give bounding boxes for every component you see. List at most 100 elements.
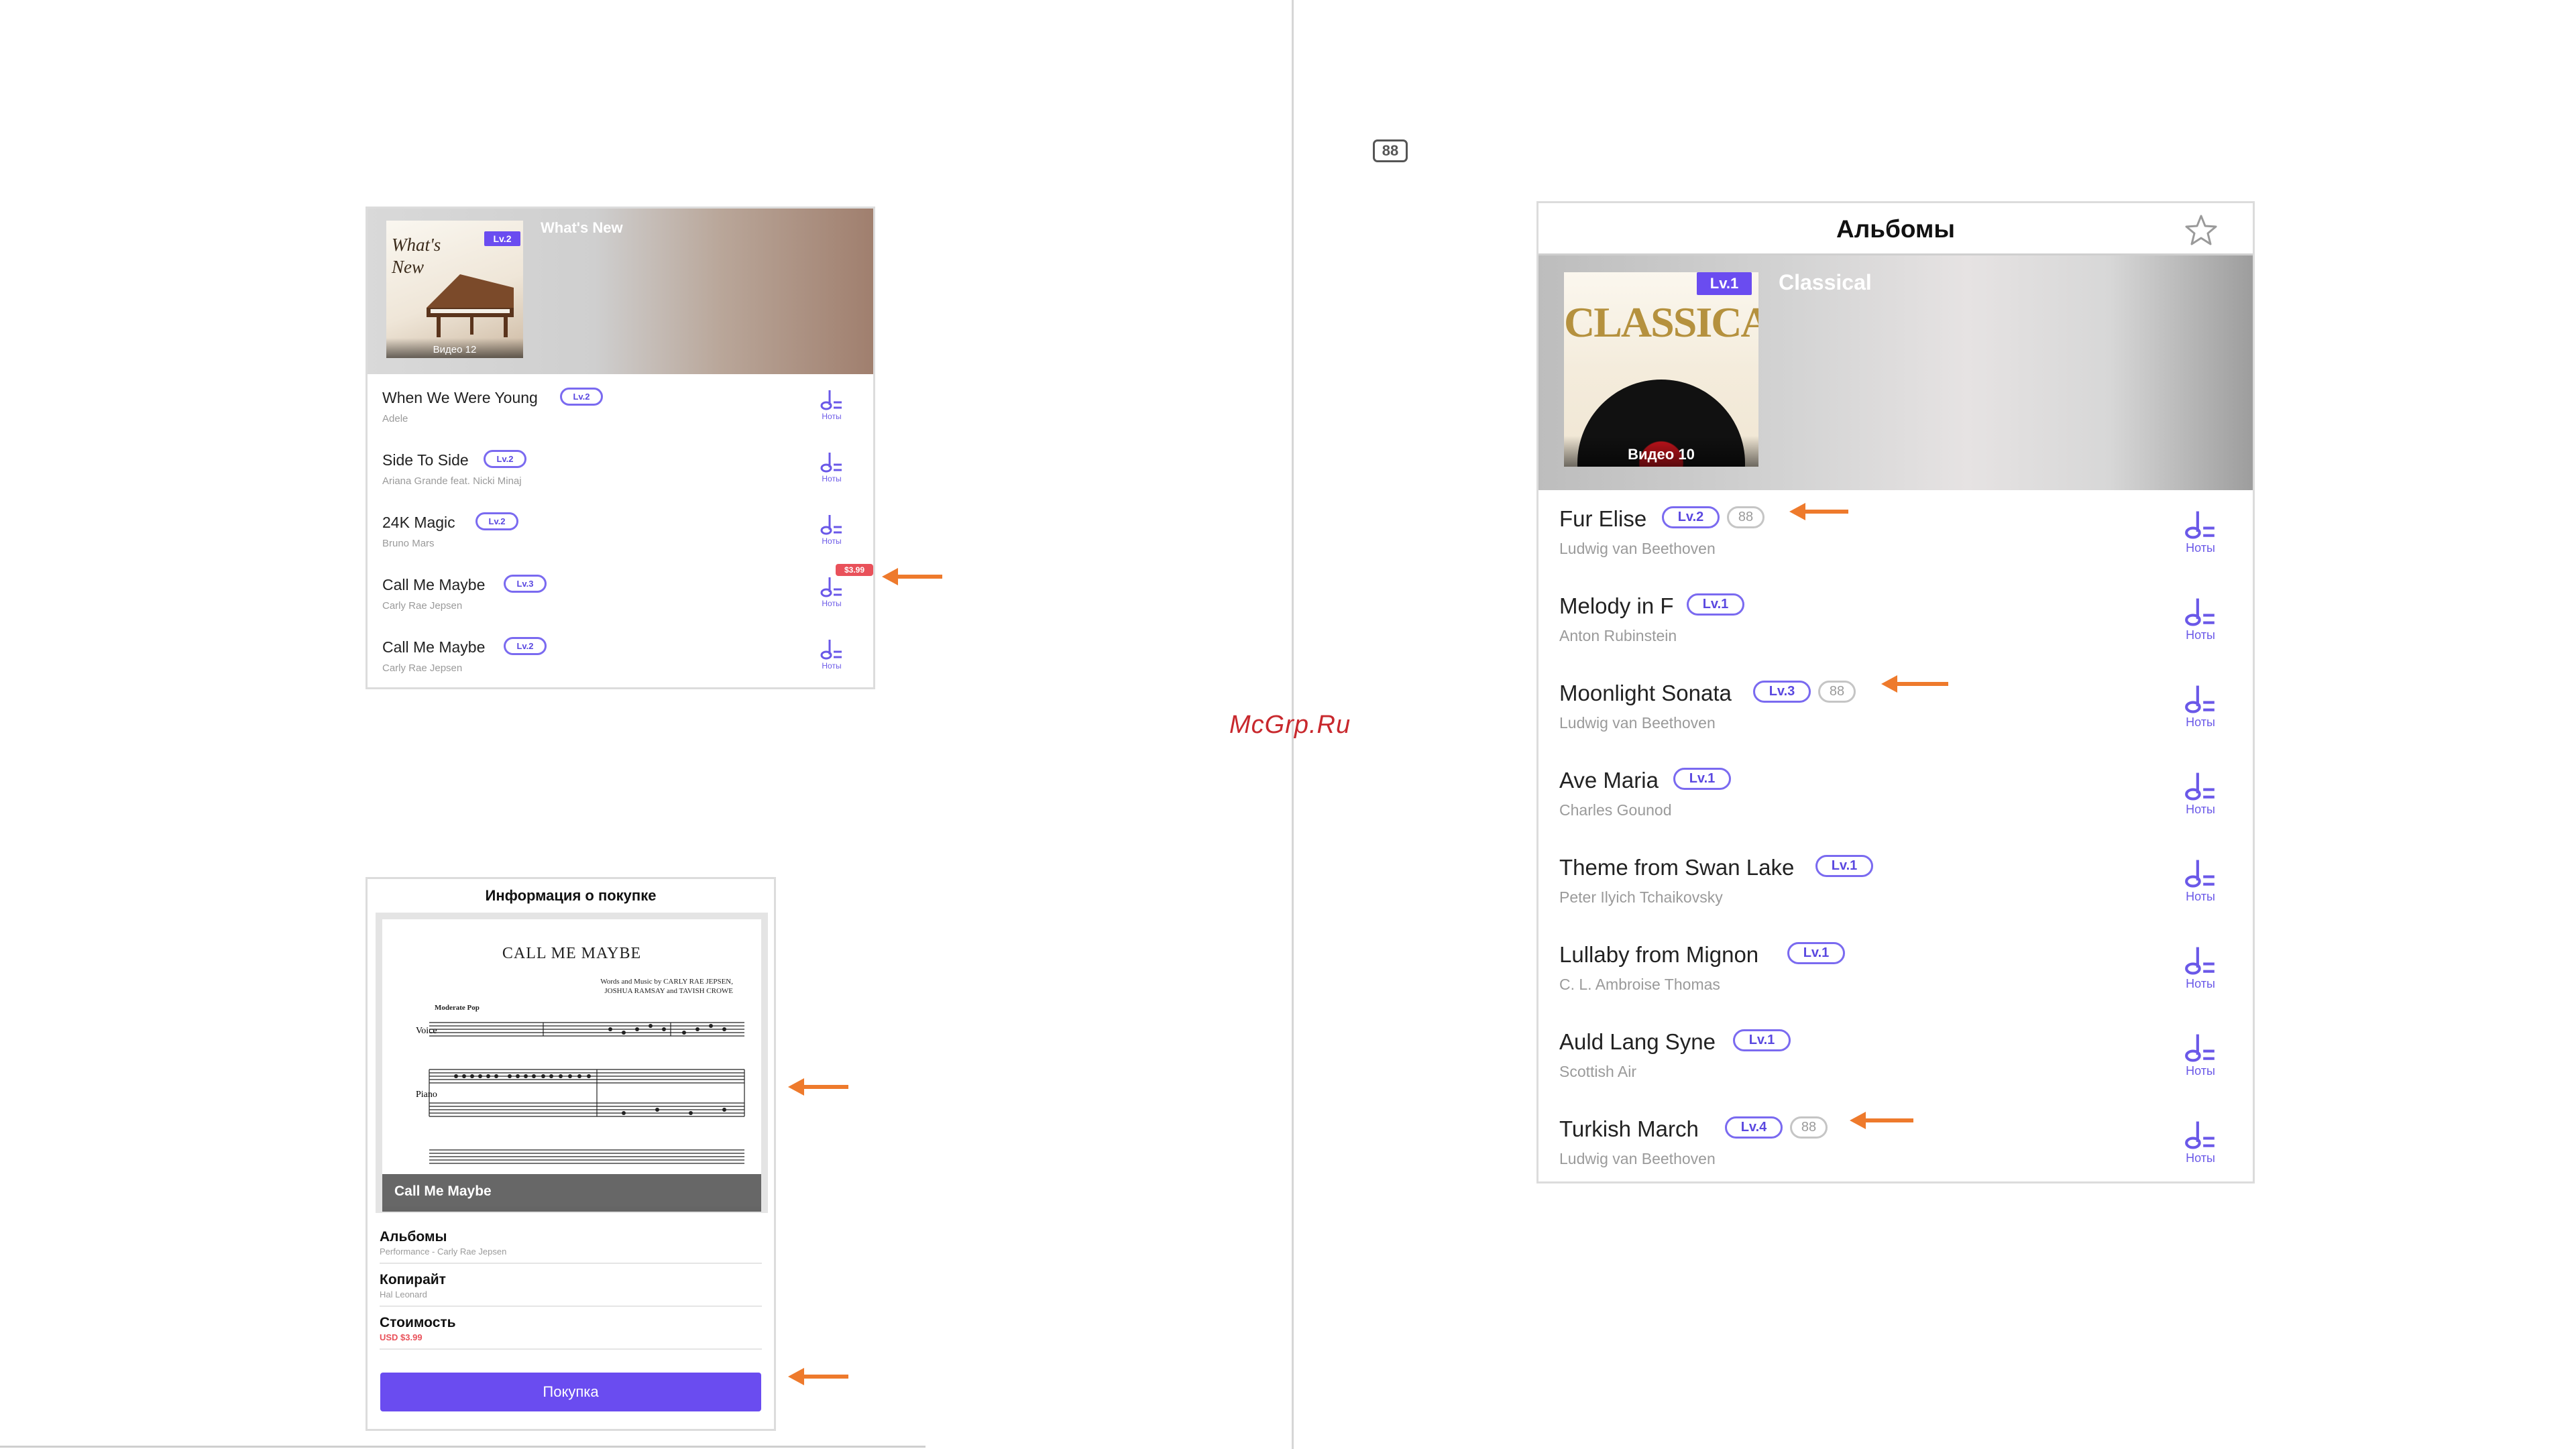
song-title: Moonlight Sonata: [1559, 681, 1732, 705]
song-artist: Ludwig van Beethoven: [1559, 540, 1716, 557]
callout-arrow: [788, 1368, 848, 1385]
album-hero[interactable]: What's New Lv.2 Видео 12 What's New: [368, 209, 873, 374]
song-artist: Ariana Grande feat. Nicki Minaj: [382, 475, 522, 487]
song-title: Call Me Maybe: [382, 576, 486, 593]
song-artist: Charles Gounod: [1559, 801, 1672, 819]
song-artist: Anton Rubinstein: [1559, 627, 1677, 644]
callout-arrow: [788, 1078, 848, 1096]
song-title: Lullaby from Mignon: [1559, 942, 1759, 967]
song-title: Side To Side: [382, 451, 469, 469]
keys-88-badge: 88: [1818, 681, 1856, 703]
level-pill: Lv.1: [1687, 593, 1744, 616]
cover-text: CLASSICAL: [1564, 298, 1758, 346]
info-row-albums: Альбомы Performance - Carly Rae Jepsen: [380, 1221, 762, 1264]
song-title: Theme from Swan Lake: [1559, 855, 1795, 880]
level-pill: Lv.1: [1673, 768, 1731, 790]
sheet-music-button[interactable]: Ноты: [816, 450, 848, 483]
album-hero[interactable]: CLASSICAL Lv.1 Видео 10 Classical: [1538, 255, 2253, 490]
sheet-music-button[interactable]: Ноты: [2176, 1118, 2225, 1165]
level-pill: Lv.2: [1662, 506, 1720, 528]
song-artist: Scottish Air: [1559, 1063, 1637, 1080]
sheet-music-button[interactable]: Ноты: [2176, 769, 2225, 817]
song-artist: Carly Rae Jepsen: [382, 662, 463, 674]
sheet-music-button[interactable]: Ноты: [816, 637, 848, 671]
song-row[interactable]: Auld Lang Syne Lv.1 Scottish Air Ноты: [1538, 1013, 2253, 1100]
level-pill: Lv.4: [1725, 1116, 1783, 1139]
buy-button[interactable]: Покупка: [380, 1373, 761, 1411]
sheet-music-button[interactable]: Ноты: [816, 512, 848, 546]
notes-icon: [2185, 685, 2215, 713]
level-pill: Lv.1: [1787, 942, 1845, 964]
sheet-music-preview[interactable]: CALL ME MAYBE Words and Music by CARLY R…: [376, 913, 768, 1213]
star-icon[interactable]: [2184, 214, 2218, 246]
sheet-music-button[interactable]: Ноты: [2176, 595, 2225, 642]
notes-icon: [2185, 511, 2215, 539]
callout-arrow: [1789, 503, 1848, 520]
song-row[interactable]: Lullaby from Mignon Lv.1 C. L. Ambroise …: [1538, 926, 2253, 1013]
keyboard-88-icon: 88: [1373, 139, 1408, 162]
song-row[interactable]: Theme from Swan Lake Lv.1 Peter Ilyich T…: [1538, 839, 2253, 926]
notes-icon: [820, 390, 842, 410]
sheet-music-button[interactable]: Ноты: [816, 388, 848, 421]
notes-icon: [2185, 1121, 2215, 1149]
level-pill: Lv.2: [504, 637, 547, 655]
song-row[interactable]: Side To Side Lv.2 Ariana Grande feat. Ni…: [368, 437, 873, 499]
song-title: Fur Elise: [1559, 506, 1647, 531]
song-artist: Ludwig van Beethoven: [1559, 714, 1716, 732]
song-row[interactable]: Melody in F Lv.1 Anton Rubinstein Ноты: [1538, 577, 2253, 664]
panel-title: Информация о покупке: [485, 887, 657, 904]
song-title: When We Were Young: [382, 389, 538, 406]
song-row[interactable]: When We Were Young Lv.2 Adele Ноты: [368, 374, 873, 437]
level-pill: Lv.2: [484, 450, 526, 468]
sheet-music-button[interactable]: Ноты: [2176, 943, 2225, 991]
song-row[interactable]: Call Me Maybe Lv.3 Carly Rae Jepsen $3.9…: [368, 561, 873, 624]
sheet-music-button[interactable]: Ноты: [2176, 1031, 2225, 1078]
sheet-music-button[interactable]: Ноты: [2176, 682, 2225, 730]
sheet-music-button[interactable]: Ноты: [2176, 856, 2225, 904]
music-staves: Voice Piano: [416, 1022, 745, 1164]
song-artist: Adele: [382, 413, 408, 424]
song-row[interactable]: Call Me Maybe Lv.2 Carly Rae Jepsen Ноты: [368, 624, 873, 686]
album-title: What's New: [541, 219, 623, 236]
callout-arrow: [1850, 1112, 1913, 1129]
song-artist: Ludwig van Beethoven: [1559, 1150, 1716, 1167]
level-pill: Lv.1: [1815, 855, 1873, 877]
notes-icon: [820, 577, 842, 597]
song-row[interactable]: Ave Maria Lv.1 Charles Gounod Ноты: [1538, 752, 2253, 839]
svg-text:Piano: Piano: [416, 1090, 437, 1100]
song-row[interactable]: Fur Elise Lv.2 88 Ludwig van Beethoven Н…: [1538, 490, 2253, 577]
sheet-tempo: Moderate Pop: [435, 1004, 480, 1012]
song-row[interactable]: 24K Magic Lv.2 Bruno Mars Ноты: [368, 499, 873, 561]
sheet-music-button[interactable]: Ноты: [2176, 508, 2225, 555]
song-title: Ave Maria: [1559, 768, 1659, 793]
purchase-info-panel: Информация о покупке CALL ME MAYBE Words…: [366, 877, 776, 1431]
song-row[interactable]: Turkish March Lv.4 88 Ludwig van Beethov…: [1538, 1100, 2253, 1183]
nav-title: Альбомы: [1836, 215, 1955, 243]
piano-illustration: [427, 274, 514, 337]
song-artist: Peter Ilyich Tchaikovsky: [1559, 888, 1723, 906]
watermark: McGrp.Ru: [1229, 711, 1351, 739]
level-badge: Lv.2: [484, 231, 520, 246]
song-artist: Carly Rae Jepsen: [382, 600, 463, 612]
sheet-title: CALL ME MAYBE: [502, 945, 642, 962]
info-row-price: Стоимость USD $3.99: [380, 1307, 762, 1350]
song-title: Auld Lang Syne: [1559, 1029, 1716, 1054]
sheet-caption: Call Me Maybe: [382, 1174, 761, 1212]
sheet-music-button[interactable]: Ноты: [816, 575, 848, 608]
notes-icon: [820, 453, 842, 473]
video-count: Видео 12: [386, 338, 523, 358]
callout-arrow: [882, 568, 942, 585]
level-pill: Lv.3: [1753, 681, 1811, 703]
notes-icon: [820, 515, 842, 535]
level-badge: Lv.1: [1697, 272, 1752, 295]
song-artist: Bruno Mars: [382, 538, 435, 549]
keys-88-badge: 88: [1727, 506, 1765, 528]
song-title: 24K Magic: [382, 514, 455, 531]
song-title: Turkish March: [1559, 1116, 1699, 1141]
song-title: Melody in F: [1559, 593, 1674, 618]
notes-icon: [2185, 772, 2215, 801]
callout-arrow: [1881, 675, 1948, 693]
level-pill: Lv.3: [504, 575, 547, 593]
song-title: Call Me Maybe: [382, 638, 486, 656]
notes-icon: [820, 640, 842, 660]
